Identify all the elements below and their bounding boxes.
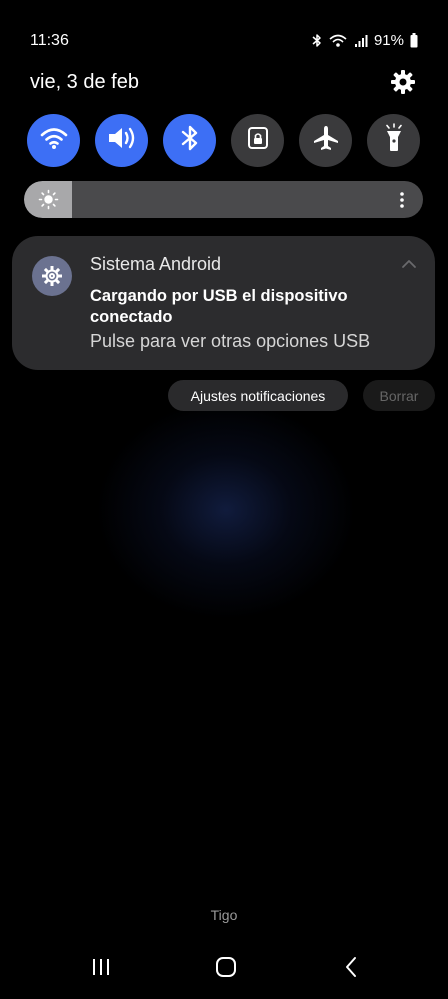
bluetooth-icon [181, 124, 199, 157]
notification-card[interactable]: Sistema Android Cargando por USB el disp… [12, 236, 435, 370]
rotation-lock-toggle[interactable] [231, 114, 284, 167]
recents-button[interactable] [86, 956, 116, 982]
home-button[interactable] [211, 956, 241, 982]
background-glow [96, 400, 356, 620]
chevron-up-icon[interactable] [401, 256, 417, 268]
carrier-label: Tigo [210, 907, 238, 923]
notification-app-name: Sistema Android [90, 254, 222, 274]
notification-title: Cargando por USB el dispositivo conectad… [90, 287, 348, 326]
airplane-icon [312, 124, 340, 157]
back-button[interactable] [336, 956, 366, 982]
status-icons: 91% [312, 32, 418, 49]
signal-icon [354, 34, 368, 48]
gear-icon[interactable] [390, 69, 416, 95]
home-icon [215, 956, 237, 983]
more-vertical-icon[interactable] [399, 191, 405, 209]
flashlight-toggle[interactable] [367, 114, 420, 167]
back-icon [343, 956, 359, 983]
notification-settings-button[interactable]: Ajustes notificaciones [168, 380, 348, 411]
notification-text: Pulse para ver otras opciones USB [90, 331, 371, 351]
sound-toggle[interactable] [95, 114, 148, 167]
clear-button[interactable]: Borrar [363, 380, 435, 411]
rotation-lock-icon [247, 126, 269, 155]
airplane-toggle[interactable] [299, 114, 352, 167]
brightness-slider[interactable] [24, 181, 423, 218]
date-label: vie, 3 de feb [30, 71, 139, 93]
bluetooth-icon [312, 33, 322, 48]
sound-icon [106, 125, 138, 156]
flashlight-icon [383, 123, 405, 158]
bluetooth-toggle[interactable] [163, 114, 216, 167]
battery-percent: 91% [373, 32, 404, 49]
wifi-toggle[interactable] [27, 114, 80, 167]
wifi-icon [39, 126, 69, 155]
gear-icon [32, 256, 72, 296]
battery-icon [410, 33, 418, 48]
recents-icon [90, 957, 112, 982]
wifi-icon [328, 33, 348, 48]
sun-icon [38, 189, 59, 210]
status-time: 11:36 [30, 32, 69, 49]
